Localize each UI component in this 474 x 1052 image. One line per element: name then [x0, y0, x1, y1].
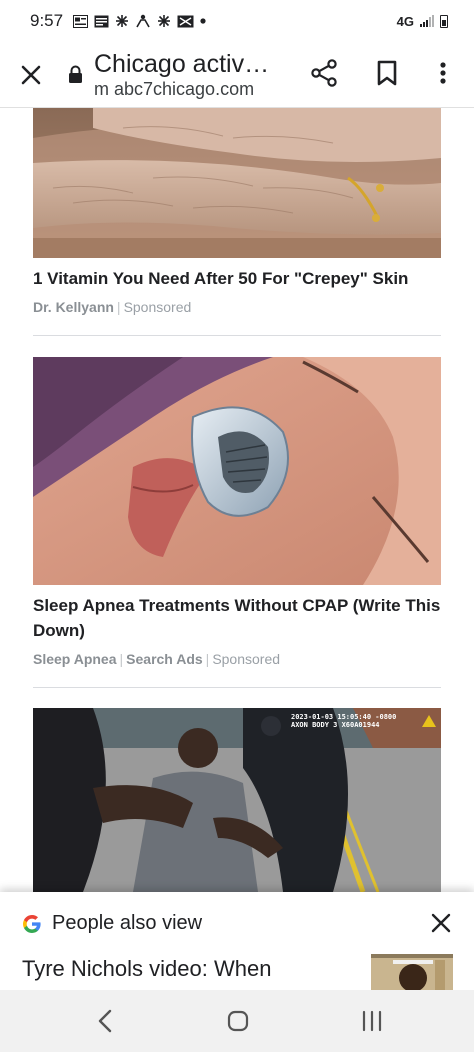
divider: [33, 687, 441, 688]
ad-image-skin[interactable]: [33, 108, 441, 258]
sheet-header: People also view: [22, 912, 202, 935]
close-tab-button[interactable]: [0, 42, 62, 108]
dot-icon: [200, 18, 206, 24]
share-button[interactable]: [310, 58, 340, 88]
home-button[interactable]: [227, 1009, 249, 1038]
device-line: AXON BODY 3 X60A01944: [291, 721, 380, 729]
meta-separator: |: [116, 299, 121, 315]
recent-apps-button[interactable]: [360, 1009, 384, 1038]
axon-logo-icon: [422, 715, 436, 727]
divider: [33, 335, 441, 336]
ad-source[interactable]: Dr. Kellyann: [33, 299, 114, 315]
meta-separator: |: [205, 651, 210, 667]
google-g-icon: [23, 914, 41, 933]
people-also-view-sheet[interactable]: People also view Tyre Nichols video: Whe…: [0, 892, 474, 990]
network-type: 4G: [396, 13, 414, 29]
back-icon: [98, 1009, 112, 1033]
battery-icon: [440, 14, 448, 28]
status-time: 9:57: [30, 11, 64, 30]
page-url: m abc7chicago.com: [94, 78, 255, 99]
ad-meta: Sleep Apnea | Search Ads | Sponsored: [33, 651, 441, 667]
ad-title[interactable]: 1 Vitamin You Need After 50 For "Crepey"…: [33, 266, 441, 291]
system-nav-bar: [0, 990, 474, 1052]
more-options-button[interactable]: [434, 58, 452, 88]
video-card[interactable]: 2023-01-03 15:05:40 -0800 AXON BODY 3 X6…: [33, 708, 441, 892]
page-info[interactable]: Chicago activ… m abc7chicago.com: [94, 50, 290, 100]
related-article-title[interactable]: Tyre Nichols video: When: [22, 956, 271, 982]
news-icon: [73, 14, 89, 28]
share-icon: [311, 59, 337, 87]
sponsored-label: Sponsored: [123, 299, 192, 315]
timestamp-line: 2023-01-03 15:05:40 -0800: [291, 713, 397, 721]
sponsored-ad-card[interactable]: 1 Vitamin You Need After 50 For "Crepey"…: [33, 108, 441, 315]
ad-source[interactable]: Search Ads: [126, 651, 203, 667]
bodycam-image[interactable]: 2023-01-03 15:05:40 -0800 AXON BODY 3 X6…: [33, 708, 441, 892]
meta-separator: |: [119, 651, 124, 667]
ad-image-sleep-apnea[interactable]: [33, 357, 441, 585]
ad-source[interactable]: Sleep Apnea: [33, 651, 117, 667]
pinwheel-icon: [116, 15, 129, 27]
page-content: 1 Vitamin You Need After 50 For "Crepey"…: [0, 108, 474, 892]
bookmark-icon: [377, 60, 397, 86]
page-title: Chicago activ…: [94, 49, 270, 78]
news-icon: [177, 15, 194, 27]
lock-icon[interactable]: [68, 64, 86, 86]
bookmark-button[interactable]: [375, 58, 399, 88]
notification-icons: [73, 14, 206, 28]
custom-tab-toolbar: Chicago activ… m abc7chicago.com: [0, 42, 474, 108]
sponsored-label: Sponsored: [212, 651, 281, 667]
close-icon: [431, 913, 451, 933]
ad-meta: Dr. Kellyann | Sponsored: [33, 299, 441, 315]
close-sheet-button[interactable]: [430, 912, 454, 936]
game-icon: [136, 14, 150, 28]
sheet-title: People also view: [52, 912, 203, 934]
signal-icon: [420, 15, 434, 27]
more-vert-icon: [440, 62, 446, 84]
status-bar: 9:57 4G: [0, 0, 474, 42]
ad-title[interactable]: Sleep Apnea Treatments Without CPAP (Wri…: [33, 593, 441, 643]
sponsored-ad-card[interactable]: Sleep Apnea Treatments Without CPAP (Wri…: [33, 357, 441, 667]
back-button[interactable]: [96, 1008, 114, 1039]
recent-apps-icon: [362, 1010, 382, 1032]
related-article-thumbnail[interactable]: [371, 954, 453, 990]
close-icon: [21, 65, 41, 84]
status-right: 4G: [397, 14, 448, 29]
pinwheel-icon: [158, 15, 171, 27]
bodycam-timestamp: 2023-01-03 15:05:40 -0800 AXON BODY 3 X6…: [291, 713, 396, 729]
home-icon: [227, 1010, 249, 1032]
news-icon: [94, 15, 109, 27]
